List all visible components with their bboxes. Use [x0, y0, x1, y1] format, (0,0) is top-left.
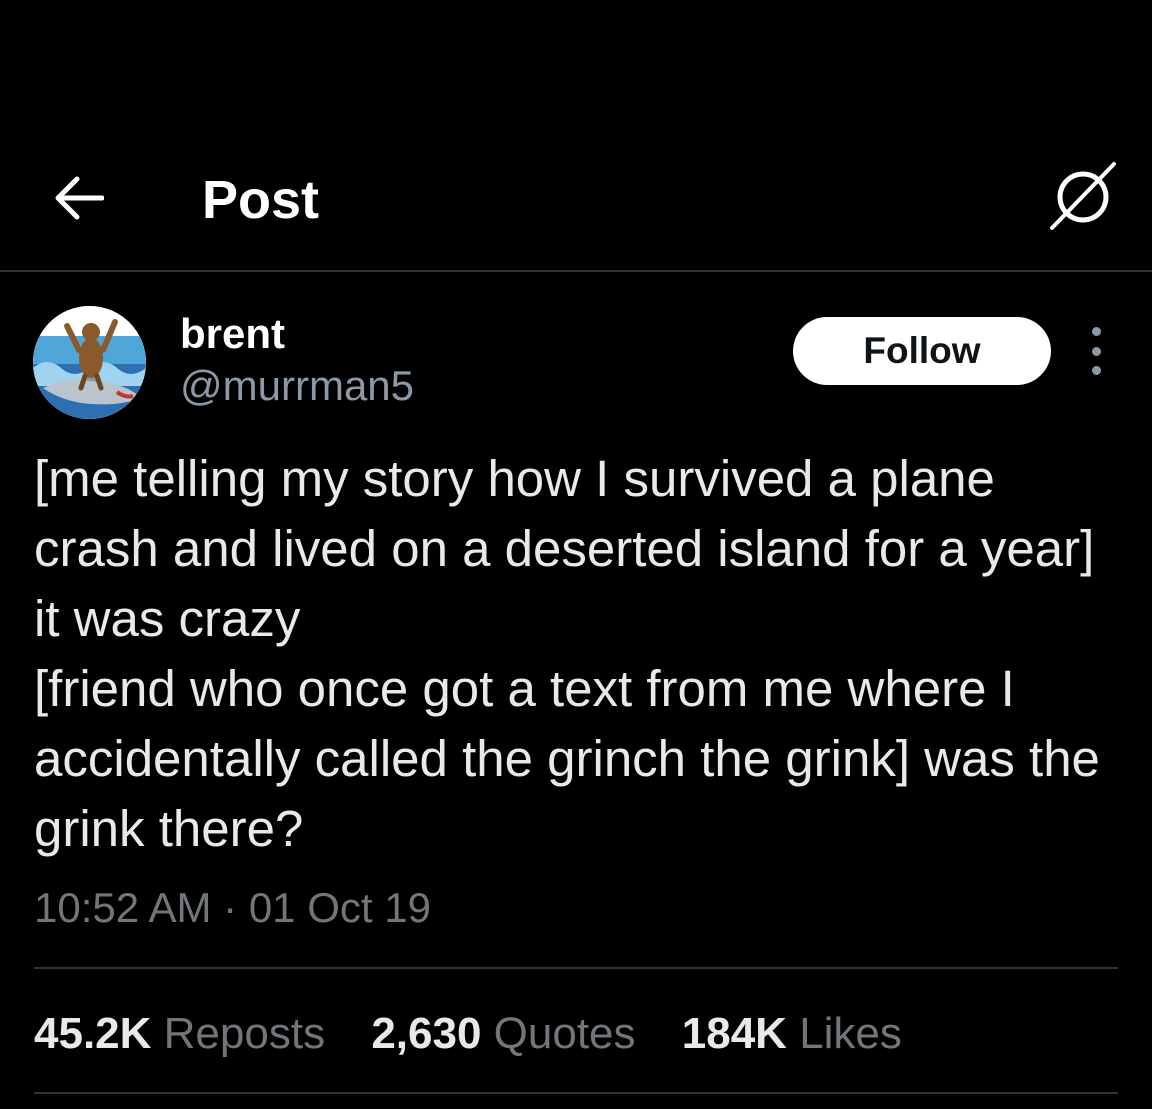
divider [34, 967, 1118, 969]
author-row: brent @murrman5 Follow [0, 300, 1152, 430]
quotes-stat[interactable]: 2,630 Quotes [371, 1006, 635, 1062]
follow-button[interactable]: Follow [793, 317, 1051, 385]
top-bar: Post [0, 150, 1152, 272]
more-vertical-icon-dot [1091, 327, 1101, 336]
tweet-timestamp: 10:52 AM · 01 Oct 19 [34, 880, 431, 936]
tweet-date[interactable]: 01 Oct 19 [249, 884, 431, 931]
tweet-text: [me telling my story how I survived a pl… [34, 450, 1100, 857]
page-title: Post [202, 170, 320, 230]
user-handle[interactable]: @murrman5 [180, 362, 414, 410]
grok-button[interactable] [1046, 160, 1120, 234]
divider [34, 1092, 1118, 1094]
likes-count: 184K [681, 1009, 787, 1058]
reposts-stat[interactable]: 45.2K Reposts [34, 1006, 325, 1062]
likes-label: Likes [799, 1009, 902, 1058]
avatar-bear-riding-shark-icon [33, 306, 146, 419]
reposts-label: Reposts [163, 1009, 326, 1058]
grok-icon [1050, 162, 1116, 230]
display-name[interactable]: brent [180, 310, 285, 358]
quotes-label: Quotes [493, 1009, 636, 1058]
engagement-stats: 45.2K Reposts 2,630 Quotes 184K Likes [34, 1006, 936, 1062]
back-button[interactable] [50, 170, 106, 226]
reposts-count: 45.2K [34, 1009, 152, 1058]
likes-stat[interactable]: 184K Likes [682, 1006, 902, 1062]
tweet-time[interactable]: 10:52 AM [34, 884, 211, 931]
more-vertical-icon-dot [1091, 346, 1101, 356]
timestamp-separator: · [223, 884, 238, 931]
more-options-button[interactable] [1078, 327, 1114, 375]
avatar[interactable] [33, 306, 146, 419]
arrow-left-icon [55, 176, 104, 220]
more-vertical-icon-dot [1091, 366, 1101, 375]
quotes-count: 2,630 [371, 1009, 482, 1058]
